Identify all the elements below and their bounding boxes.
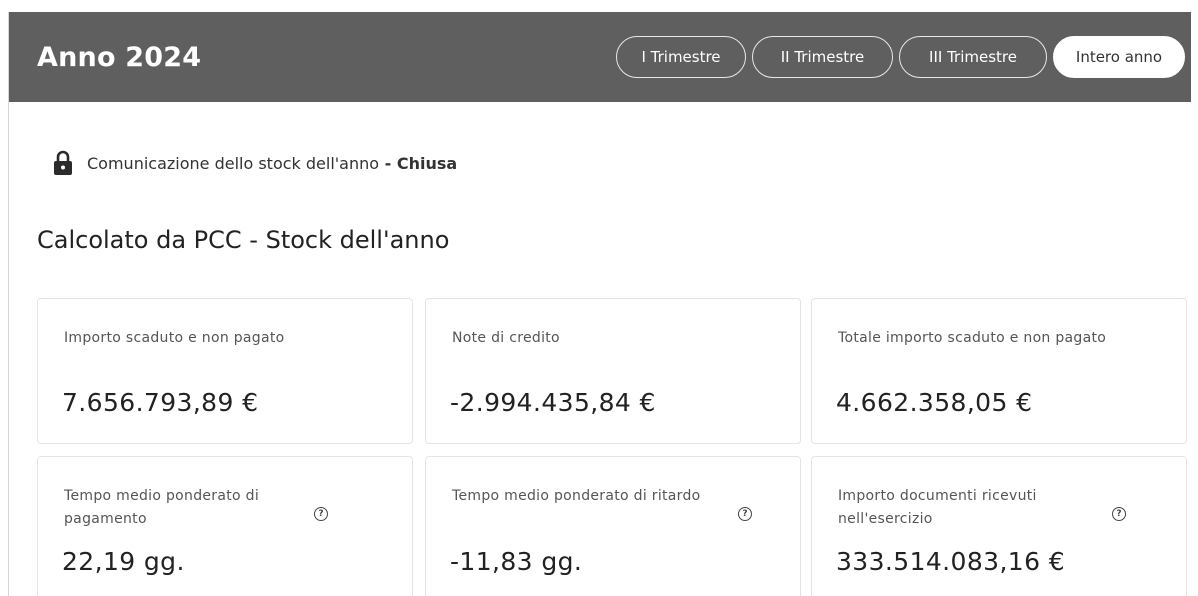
card-label: Importo documenti ricevuti nell'esercizi… <box>838 488 1037 527</box>
status-separator: - <box>379 153 397 173</box>
card-value: 22,19 gg. <box>62 547 185 576</box>
card-avg-delay-time: Tempo medio ponderato di ritardo ? -11,8… <box>425 456 801 596</box>
card-value: 4.662.358,05 € <box>836 388 1033 417</box>
tab-first-quarter[interactable]: I Trimestre <box>616 36 746 78</box>
card-total-overdue-unpaid: Totale importo scaduto e non pagato 4.66… <box>811 298 1187 444</box>
card-value: -2.994.435,84 € <box>450 388 656 417</box>
card-value: 333.514.083,16 € <box>836 547 1066 576</box>
status-text: Comunicazione dello stock dell'anno <box>87 153 380 173</box>
card-credit-notes: Note di credito -2.994.435,84 € <box>425 298 801 444</box>
tab-full-year[interactable]: Intero anno <box>1053 36 1185 78</box>
status-badge: Chiusa <box>396 153 458 173</box>
help-icon[interactable]: ? <box>314 507 328 521</box>
period-tabs: I Trimestre II Trimestre III Trimestre I… <box>616 36 1191 78</box>
card-documents-received: Importo documenti ricevuti nell'esercizi… <box>811 456 1187 596</box>
year-header: Anno 2024 I Trimestre II Trimestre III T… <box>9 12 1191 102</box>
page-title: Anno 2024 <box>37 41 202 73</box>
section-title: Calcolato da PCC - Stock dell'anno <box>37 226 450 254</box>
card-value: -11,83 gg. <box>450 547 583 576</box>
lock-icon <box>54 150 72 175</box>
tab-second-quarter[interactable]: II Trimestre <box>752 36 893 78</box>
tab-third-quarter[interactable]: III Trimestre <box>899 36 1047 78</box>
card-label: Importo scaduto e non pagato <box>64 330 285 346</box>
help-icon[interactable]: ? <box>1112 507 1126 521</box>
card-label: Totale importo scaduto e non pagato <box>838 330 1107 346</box>
stock-communication-status: Comunicazione dello stock dell'anno - Ch… <box>53 150 457 176</box>
card-value: 7.656.793,89 € <box>62 388 259 417</box>
card-avg-payment-time: Tempo medio ponderato di pagamento ? 22,… <box>37 456 413 596</box>
card-label: Note di credito <box>452 330 560 346</box>
main-panel: Anno 2024 I Trimestre II Trimestre III T… <box>8 12 1191 596</box>
help-icon[interactable]: ? <box>738 507 752 521</box>
card-label: Tempo medio ponderato di ritardo <box>452 488 701 504</box>
card-overdue-unpaid: Importo scaduto e non pagato 7.656.793,8… <box>37 298 413 444</box>
card-label: Tempo medio ponderato di pagamento <box>64 488 260 527</box>
